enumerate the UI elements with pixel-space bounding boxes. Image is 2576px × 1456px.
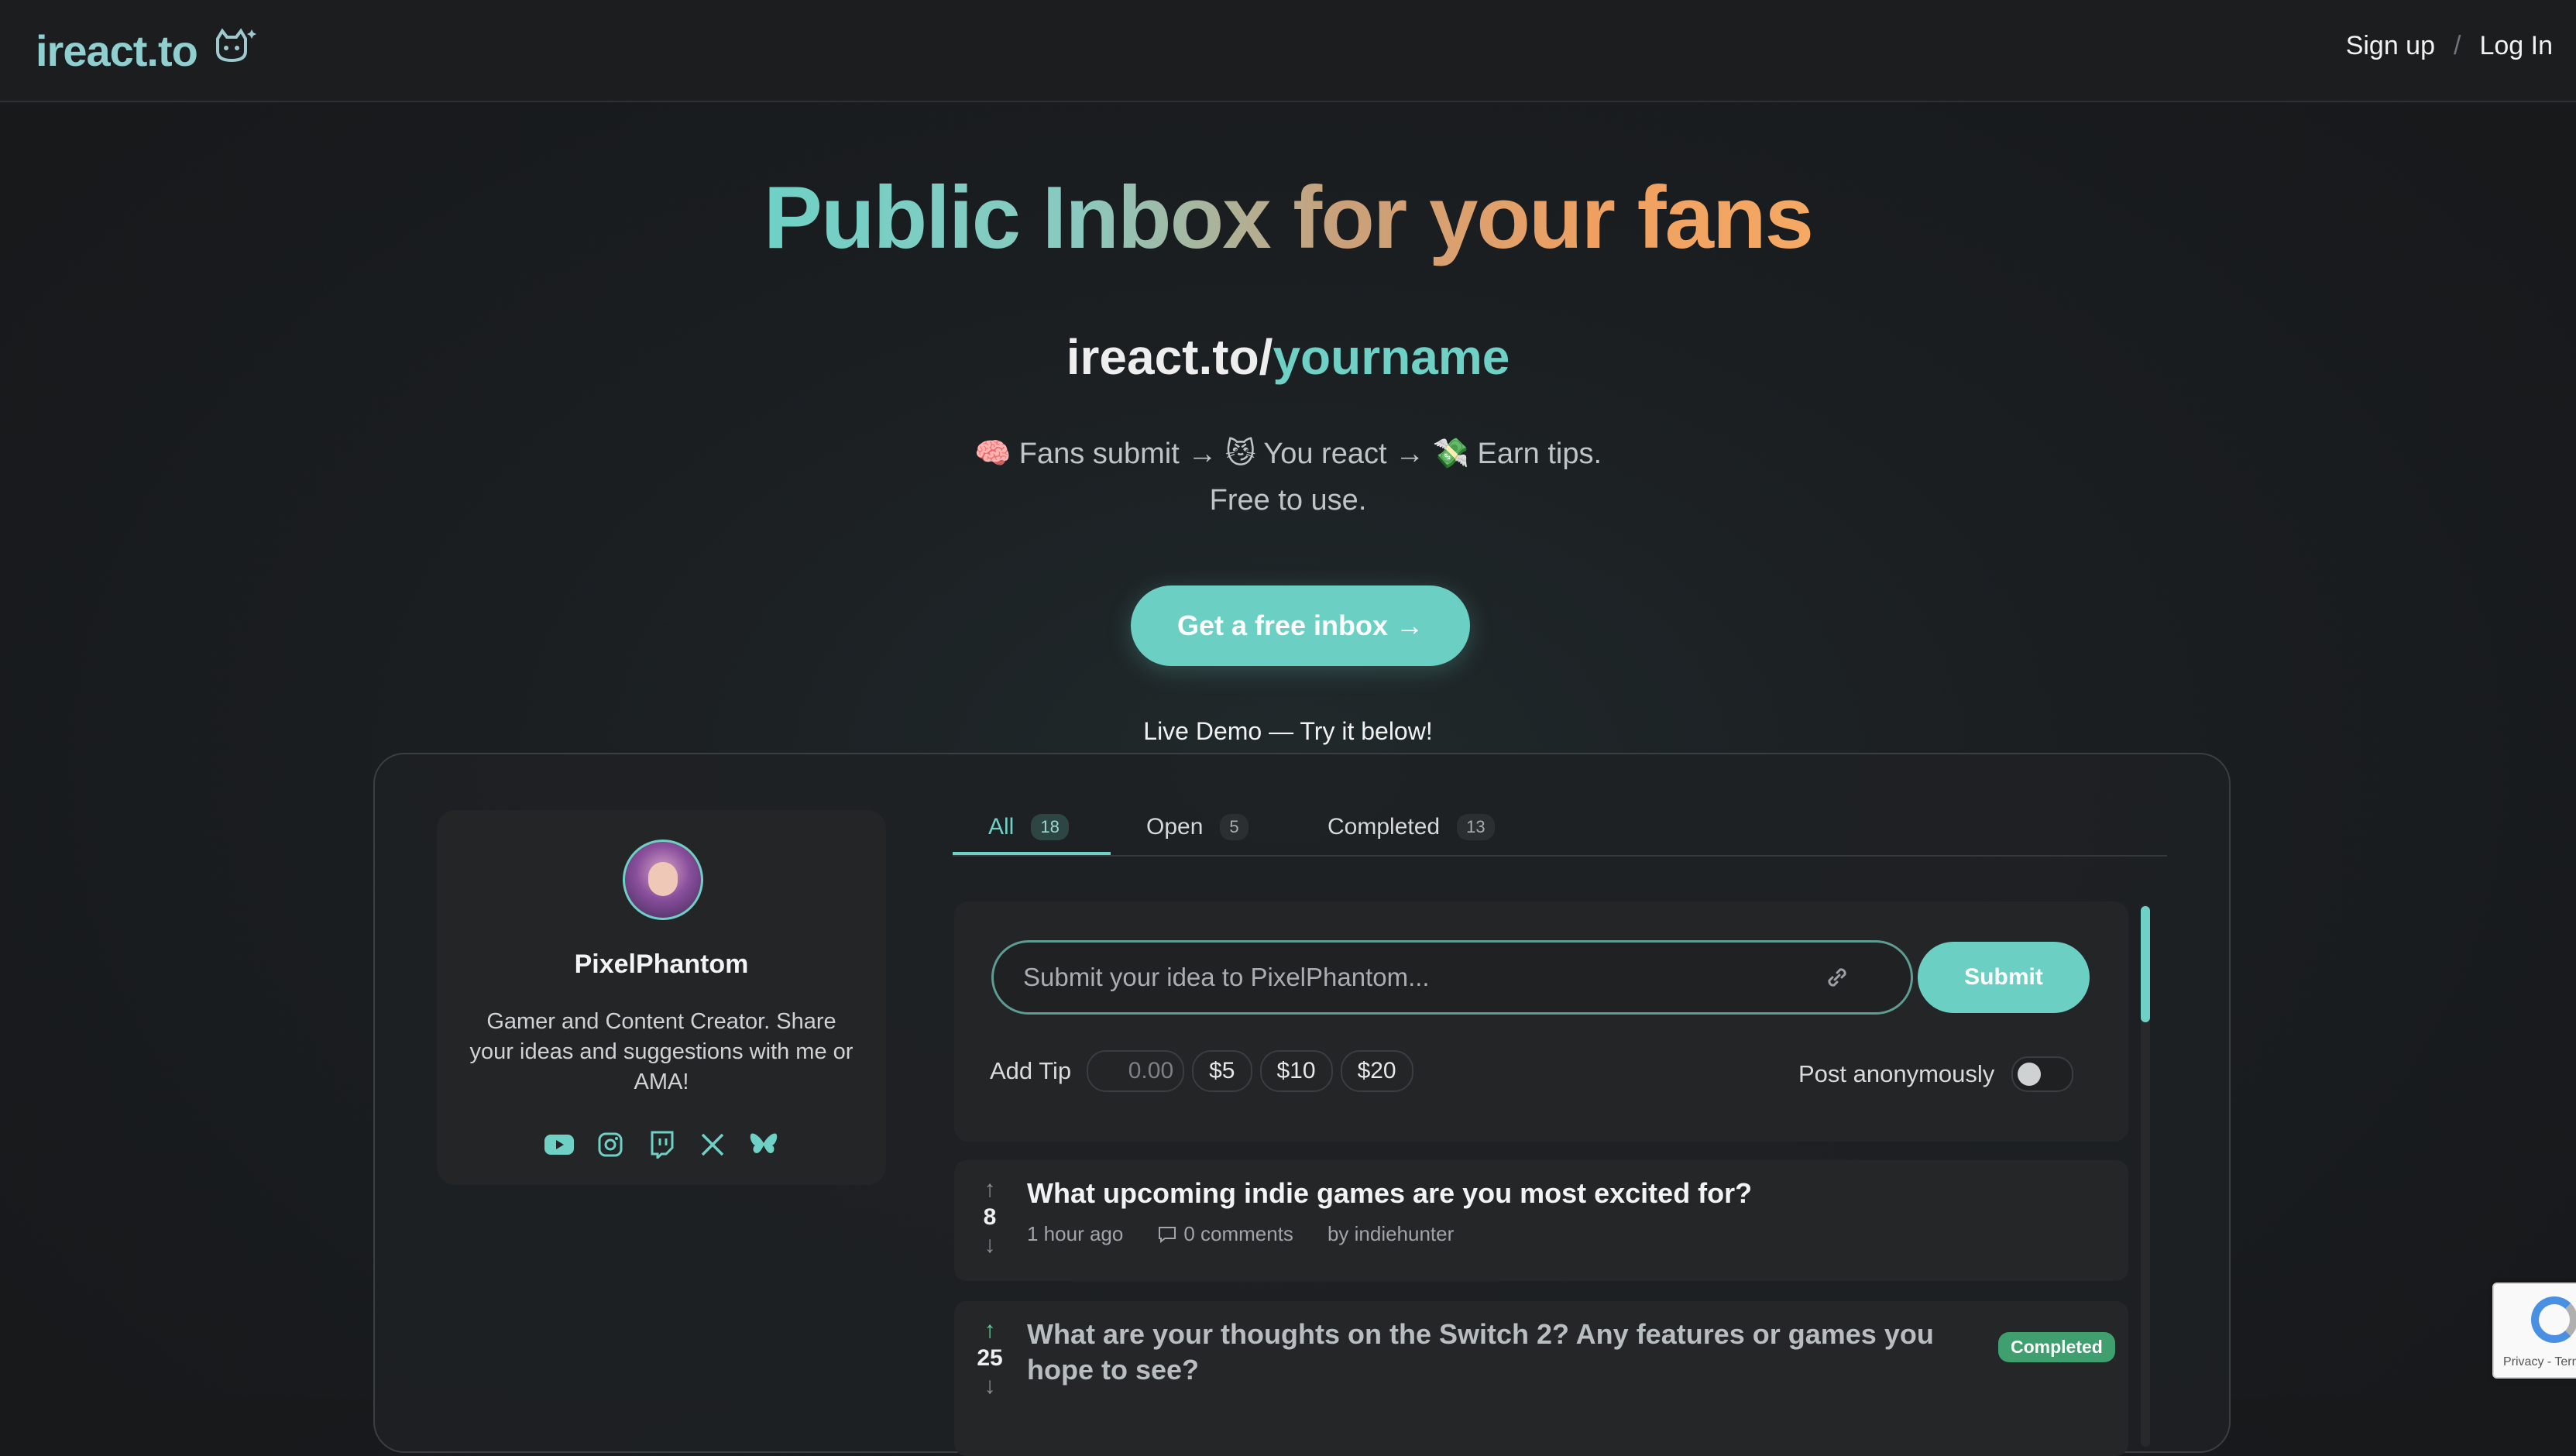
post-meta: 1 hour ago 0 comments by indiehunter	[1027, 1222, 1454, 1246]
site-logo[interactable]: ireact.to	[36, 22, 256, 79]
status-badge: Completed	[1998, 1332, 2115, 1362]
list-item[interactable]: ↑ 25 ↓ What are your thoughts on the Swi…	[954, 1301, 2128, 1456]
idea-input[interactable]: Submit your idea to PixelPhantom...	[991, 940, 1913, 1015]
tagline-line1: 🧠 Fans submit → 😼 You react → 💸 Earn tip…	[974, 438, 1602, 470]
url-base: ireact.to/	[1066, 329, 1273, 385]
post-author: by indiehunter	[1327, 1222, 1455, 1245]
avatar	[623, 840, 703, 920]
logo-text: ireact.to	[36, 26, 198, 75]
live-demo-label: Live Demo — Try it below!	[1143, 717, 1433, 745]
anonymous-toggle[interactable]	[2011, 1056, 2074, 1092]
tab-label: Completed	[1327, 814, 1441, 840]
profile-name: PixelPhantom	[574, 949, 749, 979]
top-navbar: ireact.to Sign up / Log In	[0, 0, 2576, 102]
downvote-icon[interactable]: ↓	[984, 1233, 996, 1258]
tab-label: All	[988, 814, 1015, 840]
hero-title: Public Inbox for your fans	[763, 169, 1814, 267]
tip-row: Add Tip 0.00 $5 $10 $20	[990, 1050, 1413, 1092]
tab-completed[interactable]: Completed 13	[1327, 799, 1495, 855]
vote-count: 25	[977, 1345, 1003, 1371]
url-username: yourname	[1273, 329, 1510, 385]
tab-count: 18	[1031, 814, 1069, 840]
add-tip-label: Add Tip	[990, 1057, 1072, 1084]
list-item[interactable]: ↑ 8 ↓ What upcoming indie games are you …	[954, 1160, 2128, 1281]
recaptcha-badge[interactable]: Privacy - Terms	[2492, 1283, 2576, 1379]
post-title[interactable]: What are your thoughts on the Switch 2? …	[1027, 1317, 1934, 1388]
upvote-icon[interactable]: ↑	[984, 1177, 996, 1202]
login-link[interactable]: Log In	[2479, 31, 2553, 61]
tab-count: 5	[1220, 814, 1249, 840]
cat-icon	[213, 27, 256, 74]
vote-control: ↑ 25 ↓	[973, 1318, 1007, 1399]
post-title-line2: hope to see?	[1027, 1354, 1200, 1386]
post-title-line1: What are your thoughts on the Switch 2? …	[1027, 1318, 1934, 1350]
tip-option-5[interactable]: $5	[1192, 1050, 1252, 1092]
anonymous-option: Post anonymously	[1798, 1056, 2074, 1092]
twitch-icon[interactable]	[646, 1129, 677, 1160]
scrollbar-thumb[interactable]	[2141, 906, 2150, 1022]
tip-option-20[interactable]: $20	[1340, 1050, 1413, 1092]
link-icon[interactable]	[1822, 962, 1853, 993]
recaptcha-icon	[2531, 1296, 2576, 1343]
auth-separator: /	[2454, 31, 2461, 60]
instagram-icon[interactable]	[595, 1129, 626, 1160]
downvote-icon[interactable]: ↓	[984, 1374, 996, 1399]
upvote-icon[interactable]: ↑	[984, 1318, 996, 1343]
post-time: 1 hour ago	[1027, 1222, 1124, 1245]
tab-count: 13	[1457, 814, 1495, 840]
social-links	[437, 1129, 886, 1160]
hero-url: ireact.to/yourname	[0, 324, 2576, 390]
bluesky-icon[interactable]	[748, 1129, 779, 1160]
hero-tagline: 🧠 Fans submit → 😼 You react → 💸 Earn tip…	[0, 431, 2576, 524]
profile-card: PixelPhantom Gamer and Content Creator. …	[437, 810, 886, 1185]
signup-link[interactable]: Sign up	[2346, 31, 2435, 61]
tab-all[interactable]: All 18	[988, 799, 1069, 855]
tagline-line2: Free to use.	[1209, 484, 1367, 517]
idea-composer: Submit your idea to PixelPhantom... Subm…	[954, 901, 2128, 1142]
youtube-icon[interactable]	[544, 1129, 575, 1160]
submit-button[interactable]: Submit	[1918, 942, 2090, 1013]
anonymous-label: Post anonymously	[1798, 1060, 1995, 1087]
tip-option-10[interactable]: $10	[1259, 1050, 1333, 1092]
comment-icon	[1159, 1226, 1176, 1243]
live-demo-panel: PixelPhantom Gamer and Content Creator. …	[373, 753, 2231, 1456]
recaptcha-text: Privacy - Terms	[2503, 1355, 2576, 1368]
inbox-tabs: All 18 Open 5 Completed 13	[953, 799, 2167, 857]
tab-label: Open	[1146, 814, 1204, 840]
tab-open[interactable]: Open 5	[1146, 799, 1249, 855]
active-tab-indicator	[953, 852, 1111, 855]
vote-count: 8	[983, 1204, 997, 1230]
auth-links: Sign up / Log In	[2346, 31, 2553, 61]
profile-bio: Gamer and Content Creator. Share your id…	[469, 1009, 854, 1094]
get-free-inbox-button[interactable]: Get a free inbox →	[1131, 585, 1470, 666]
post-title[interactable]: What upcoming indie games are you most e…	[1027, 1176, 1752, 1211]
vote-control: ↑ 8 ↓	[973, 1177, 1007, 1258]
comment-count: 0 comments	[1183, 1222, 1293, 1245]
comments-link[interactable]: 0 comments	[1157, 1222, 1293, 1246]
tip-amount-input[interactable]: 0.00	[1087, 1050, 1185, 1092]
x-icon[interactable]	[697, 1129, 728, 1160]
